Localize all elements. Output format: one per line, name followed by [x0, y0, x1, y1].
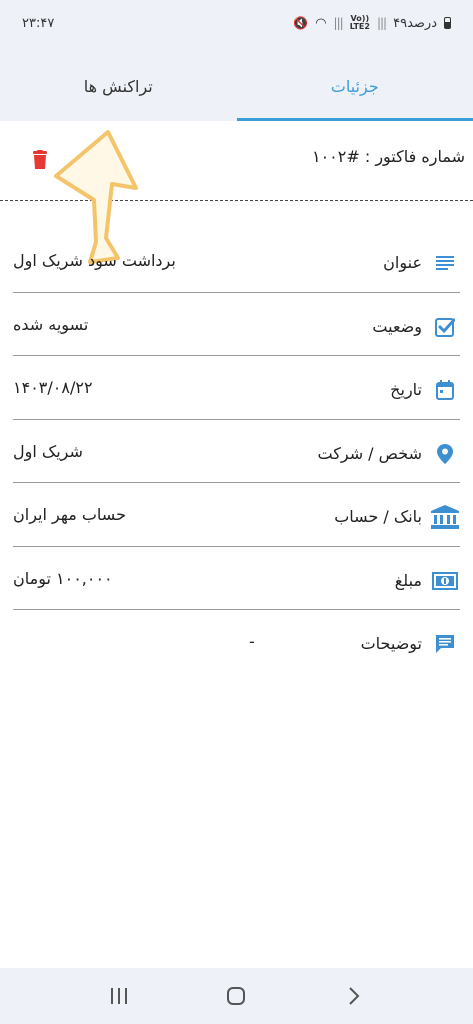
- field-status: وضعیت تسویه شده: [13, 293, 460, 356]
- signal-icon: |||: [333, 16, 344, 30]
- field-value: ۱۰۰,۰۰۰ تومان: [13, 568, 113, 588]
- field-date: تاریخ ۱۴۰۳/۰۸/۲۲: [13, 356, 460, 420]
- status-time: ۲۳:۴۷: [22, 15, 55, 31]
- recents-button[interactable]: [99, 976, 139, 1016]
- invoice-number: شماره فاکتور : #۱۰۰۲: [311, 147, 465, 166]
- home-icon: [227, 987, 246, 1005]
- field-value: ۱۴۰۳/۰۸/۲۲: [13, 378, 93, 397]
- battery-text: ۴۹درصد: [393, 15, 437, 31]
- home-button[interactable]: [216, 976, 256, 1016]
- field-label: مبلغ: [394, 570, 422, 590]
- field-value: حساب مهر ایران: [13, 505, 126, 524]
- chevron-right-icon: [349, 987, 360, 1005]
- field-value: شریک اول: [13, 441, 83, 461]
- mute-icon: 🔇: [293, 16, 309, 30]
- field-label: وضعیت: [372, 316, 422, 336]
- field-label: بانک / حساب: [334, 507, 422, 526]
- field-title: عنوان برداشت سود شریک اول: [13, 229, 460, 293]
- location-pin-icon: [434, 443, 456, 465]
- subject-icon: [434, 252, 456, 274]
- status-bar: ۲۳:۴۷ 🔇 ◠ ||| Vo)) LTE2 ||| ۴۹درصد: [0, 0, 473, 46]
- field-label: عنوان: [383, 253, 422, 272]
- wifi-icon: ◠: [315, 15, 327, 31]
- system-nav-bar: [0, 968, 473, 1024]
- field-description: توضیحات -: [13, 610, 460, 674]
- field-label: تاریخ: [390, 380, 422, 399]
- field-value: برداشت سود شریک اول: [13, 251, 176, 270]
- comment-icon: [434, 633, 456, 655]
- field-person: شخص / شرکت شریک اول: [13, 420, 460, 483]
- invoice-header: شماره فاکتور : #۱۰۰۲: [0, 121, 473, 201]
- field-label: شخص / شرکت: [317, 443, 422, 463]
- status-icons: 🔇 ◠ ||| Vo)) LTE2 ||| ۴۹درصد: [293, 15, 451, 31]
- calendar-icon: [434, 379, 456, 401]
- tab-bar: تراکنش ها جزئیات: [0, 46, 473, 121]
- field-value: تسویه شده: [13, 314, 89, 334]
- battery-icon: [444, 17, 451, 29]
- back-button[interactable]: [334, 976, 374, 1016]
- field-amount: مبلغ ۱۰۰,۰۰۰ تومان: [13, 547, 460, 610]
- detail-list: عنوان برداشت سود شریک اول وضعیت تسویه شد…: [0, 229, 473, 674]
- bank-icon: [430, 505, 460, 529]
- recents-icon: [110, 988, 127, 1004]
- delete-icon[interactable]: [31, 150, 49, 170]
- field-value: -: [249, 632, 255, 651]
- money-icon: [431, 570, 459, 592]
- tab-details[interactable]: جزئیات: [236, 46, 473, 121]
- network-type: Vo)) LTE2: [349, 14, 370, 31]
- field-label: توضیحات: [360, 634, 422, 653]
- checkbox-icon: [434, 316, 456, 338]
- signal-icon-2: |||: [376, 16, 387, 30]
- field-bank: بانک / حساب حساب مهر ایران: [13, 483, 460, 547]
- tab-transactions[interactable]: تراکنش ها: [0, 46, 237, 121]
